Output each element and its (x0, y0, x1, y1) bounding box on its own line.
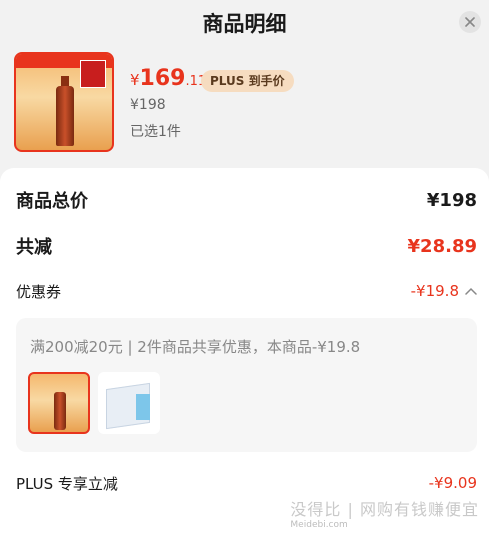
thumbnail-box-label (136, 394, 150, 420)
plus-discount-label: PLUS 专享立减 (16, 474, 118, 493)
watermark-sub: Meidebi.com (290, 520, 348, 530)
thumbnail-bottle (54, 392, 66, 430)
price-detail-panel: 商品总价 ¥198 共减 ¥28.89 优惠券 -¥19.8 满200减20元 … (0, 168, 489, 544)
coupon-value: -¥19.8 (410, 282, 459, 300)
price-symbol: ¥ (130, 71, 140, 89)
chevron-up-icon[interactable] (465, 287, 477, 295)
close-icon (465, 17, 475, 27)
plus-discount-row: PLUS 专享立减 -¥9.09 (16, 469, 477, 497)
product-header-area: 商品明细 ¥ 169 .11 PLUS 到手价 ¥198 已选1件 (0, 0, 489, 168)
total-row: 商品总价 ¥198 (16, 186, 477, 214)
product-thumbnail-liquor[interactable] (28, 372, 90, 434)
price-integer: 169 (139, 66, 186, 91)
coupon-value-group: -¥19.8 (411, 282, 477, 300)
discount-row: 共减 ¥28.89 (16, 232, 477, 260)
bottle-body (56, 86, 74, 146)
coupon-description: 满200减20元 | 2件商品共享优惠，本商品-¥19.8 (30, 338, 361, 356)
close-button[interactable] (459, 11, 481, 33)
original-price: ¥198 (130, 97, 166, 113)
selected-count: 已选1件 (130, 124, 181, 140)
total-value: ¥198 (426, 189, 477, 211)
product-thumbnail-box[interactable] (98, 372, 160, 434)
page-title: 商品明细 (202, 12, 287, 36)
plus-price-badge: PLUS 到手价 (201, 70, 294, 92)
watermark-main: 没得比 | 网购有钱赚便宜 (290, 500, 479, 519)
watermark: 没得比 | 网购有钱赚便宜 Meidebi.com (290, 496, 479, 530)
coupon-detail-box: 满200减20元 | 2件商品共享优惠，本商品-¥19.8 (16, 318, 477, 452)
discount-label: 共减 (16, 237, 52, 258)
price: ¥ 169 .11 (130, 66, 206, 92)
coupon-label: 优惠券 (16, 282, 62, 301)
liquor-bottle-image (14, 52, 114, 152)
total-label: 商品总价 (16, 191, 88, 212)
coupon-row[interactable]: 优惠券 -¥19.8 (16, 277, 477, 305)
discount-value: ¥28.89 (407, 235, 477, 257)
plus-discount-value: -¥9.09 (428, 474, 477, 492)
brand-tag (80, 60, 106, 88)
